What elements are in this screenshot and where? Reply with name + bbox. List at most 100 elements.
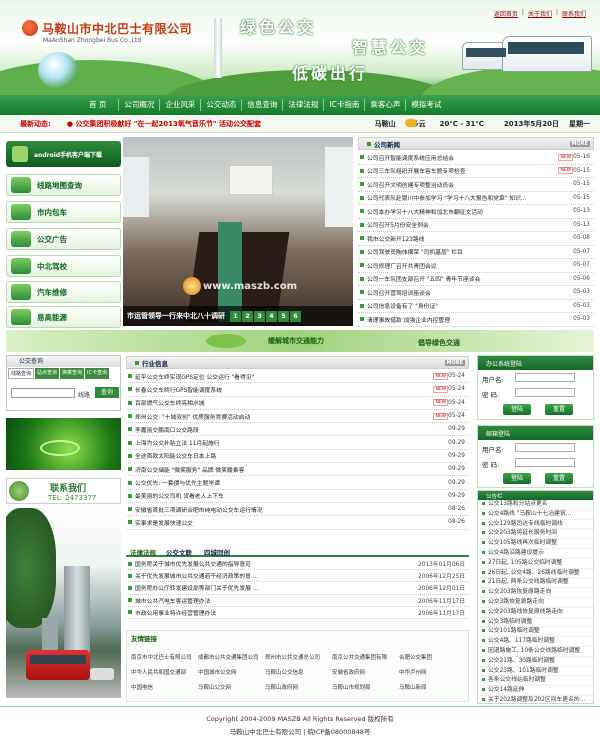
friend-link[interactable]: 中华卢州网: [399, 668, 466, 676]
list-item-title[interactable]: 公司代表队赴银川中参加学习 "学习十八大报告和党章" 知识...: [367, 193, 573, 202]
photo-page-4[interactable]: 4: [266, 310, 277, 322]
list-item[interactable]: 长春公交车终行GPS智能调度系统 NEW 05-24: [126, 383, 469, 397]
list-item-title[interactable]: 城市公共汽电车客运管理办法: [135, 596, 418, 605]
photo-caption[interactable]: 市运管领导一行来中北八十调研: [127, 311, 225, 321]
bulletin-item[interactable]: 公交4路沿路建设提示: [480, 549, 593, 559]
list-item[interactable]: 国务院关于城市优先发展公共交通的指导意见 2013年01月06日: [126, 558, 469, 571]
list-item[interactable]: 公司召开文明创建专项整治动员会 05-15: [358, 178, 594, 192]
list-item-title[interactable]: 上海为公交补贴立法 11月起施行: [135, 438, 448, 447]
bulletin-item-text[interactable]: 公交203路恢复原路走向: [488, 589, 551, 595]
list-item[interactable]: 城市公共汽电车客运管理办法 2006年11月17日: [126, 595, 469, 607]
list-item-title[interactable]: 郑州公交: "十城双创" 优质服务竞赛活动启动: [135, 412, 429, 421]
list-item[interactable]: 国务院办公厅转发建设部等部门关于优先发展 ... 2006年12月01日: [126, 582, 469, 595]
bulletin-item[interactable]: 21日起, 两条公交线路临时调整: [480, 578, 593, 589]
mail-password-input[interactable]: [515, 458, 575, 467]
list-item-title[interactable]: 济南公交储能 "微笑服务" 品牌 微笑暖乘客: [135, 465, 448, 474]
bulletin-item[interactable]: 27日起, 105路公交临时调整: [480, 559, 593, 569]
more-button[interactable]: MORE: [569, 140, 590, 147]
bulletin-item[interactable]: 因道路施工, 10条公交线路临时调整: [480, 647, 593, 657]
list-item[interactable]: 关于优先发展城市公共交通若干经济政策的意 ... 2006年12月25日: [126, 570, 469, 583]
service-ads[interactable]: 公交广告: [6, 228, 121, 250]
nav-exam[interactable]: 模拟考试: [405, 99, 446, 111]
list-item-title[interactable]: 实事求是发展快速公交: [135, 518, 448, 527]
tab-route-query[interactable]: 线路查询: [8, 368, 35, 379]
link-home[interactable]: 返回首页: [490, 9, 522, 18]
bulletin-item-text[interactable]: 公交105路线再次临时调整: [488, 540, 557, 546]
friend-link[interactable]: 中国电信: [131, 683, 198, 691]
bulletin-item[interactable]: 公交4路线 "马鞍山十七冶建筑...: [480, 510, 593, 520]
list-item-title[interactable]: 李嘉丽交鹏南口公交路段: [135, 425, 448, 434]
route-input[interactable]: [11, 388, 75, 398]
bulletin-item-text[interactable]: 公交3路恢复原路走向: [488, 599, 544, 605]
tab-culture[interactable]: 公交文联: [160, 545, 198, 557]
office-login-button[interactable]: 登陆: [503, 404, 531, 415]
list-item-title[interactable]: 我市公交新开123路线: [367, 234, 573, 243]
news-photo-slider[interactable]: www.maszb.com: [123, 137, 353, 326]
bulletin-item-text[interactable]: 各条公交线站临时调整: [488, 677, 546, 683]
bulletin-item[interactable]: 公交21路、30路临时调整: [480, 657, 593, 667]
bulletin-item[interactable]: 公交3路临时调整: [480, 618, 593, 628]
bulletin-item-text[interactable]: 公交23路、101路临时调整: [488, 668, 559, 674]
photo-page-5[interactable]: 5: [278, 310, 289, 322]
mail-login-button[interactable]: 登陆: [503, 473, 531, 484]
list-item[interactable]: 延平公交车终实现GPS定位 公交运行 "看得见" NEW 05-24: [126, 370, 469, 384]
list-item-title[interactable]: 清理事故借款 加强企业内控管理: [367, 315, 573, 324]
list-item[interactable]: 安徽省首批三项调研合肥市纯电动公交车运行情况 08-26: [126, 503, 469, 517]
list-item-title[interactable]: 延平公交车终实现GPS定位 公交运行 "看得见": [135, 372, 429, 381]
bulletin-item-text[interactable]: 公交101路临时调整: [488, 628, 540, 634]
office-reset-button[interactable]: 重置: [545, 404, 573, 415]
list-item-title[interactable]: 百部燃气公交车终亮相水城: [135, 398, 429, 407]
office-password-input[interactable]: [515, 388, 575, 397]
bulletin-item-text[interactable]: 公交4路线 "马鞍山十七冶建筑...: [488, 511, 571, 517]
list-item[interactable]: 上海为公交补贴立法 11月起施行 09-29: [126, 436, 469, 450]
list-item-title[interactable]: 公司召开营驾培训座谈会: [367, 288, 573, 297]
friend-link[interactable]: 中国城市公交网: [198, 668, 265, 676]
list-item[interactable]: 公司信息设备有了 "身份证" 05-03: [358, 300, 594, 313]
bulletin-item-text[interactable]: 公交203路将延长服务时间: [488, 530, 557, 536]
tab-four-city[interactable]: 四城同创: [198, 545, 236, 557]
nav-overview[interactable]: 公司概况: [118, 99, 159, 111]
friend-link[interactable]: 马鞍山公交信息: [265, 668, 332, 676]
list-item-title[interactable]: 公司本办学习十八大精神和加北市翻征文活动: [367, 207, 573, 216]
bulletin-item-text[interactable]: 公交14路延伸: [488, 687, 524, 693]
nav-home[interactable]: 首 页: [84, 99, 118, 111]
list-item[interactable]: 公司修理厂召开共青团会议 05-07: [358, 259, 594, 273]
photo-page-1[interactable]: 1: [230, 310, 241, 322]
list-item-title[interactable]: 公司一车队团支部召开 "五四" 青年节座谈会: [367, 274, 573, 283]
bulletin-item[interactable]: 公交4路、117路临时调整: [480, 637, 593, 647]
friend-link[interactable]: 马鞍山政府网: [265, 683, 332, 691]
friend-link[interactable]: 南京公共交通集团有限: [332, 653, 399, 661]
bulletin-item[interactable]: 各条公交线站临时调整: [480, 676, 593, 687]
bulletin-item-text[interactable]: 因道路施工, 10条公交线路临时调整: [488, 648, 580, 654]
friend-link[interactable]: 中华人民共和国交通部: [131, 668, 198, 676]
friend-link[interactable]: 郑州市公共交通总公司: [265, 653, 332, 661]
mail-reset-button[interactable]: 重置: [545, 473, 573, 484]
list-item[interactable]: 我市公交新开123路线 05-08: [358, 232, 594, 246]
list-item[interactable]: 李嘉丽交鹏南口公交路段 09-29: [126, 423, 469, 437]
bulletin-item-text[interactable]: 公交13路和分站点更名: [488, 501, 548, 507]
bulletin-item[interactable]: 公交129路司达专线临时调线: [480, 520, 593, 530]
more-button[interactable]: MORE: [444, 359, 465, 366]
friend-link[interactable]: 合肥公交集团: [399, 653, 466, 661]
list-item[interactable]: 公司召开智能调度系统应用总结会 NEW 05-16: [358, 151, 594, 165]
list-item[interactable]: 公司召开营驾培训座谈会 05-03: [358, 286, 594, 300]
list-item[interactable]: 公司本办学习十八大精神和加北市翻征文活动 05-13: [358, 205, 594, 219]
tab-stop-query[interactable]: 站点查询: [35, 368, 60, 379]
list-item[interactable]: 公司三车队组织开展车容车貌专项检查 NEW 05-15: [358, 165, 594, 178]
bulletin-item-text[interactable]: 公交203路线恢复原线路走向: [488, 609, 563, 615]
bulletin-item[interactable]: 关于202路调整及202区间车更名的...: [480, 696, 593, 706]
list-item[interactable]: 郑州公交: "十城双创" 优质服务竞赛活动启动 NEW 05-24: [126, 410, 469, 424]
list-item-title[interactable]: 国务院关于城市优先发展公共交通的指导意见: [135, 559, 418, 568]
nav-law[interactable]: 法律法规: [282, 99, 323, 111]
list-item[interactable]: 全途首款太阳能公交车日本上路 09-29: [126, 450, 469, 464]
service-repair[interactable]: 汽车维修: [6, 281, 121, 303]
bulletin-item-text[interactable]: 公交4路、117路临时调整: [488, 638, 555, 644]
list-item-title[interactable]: 公司召开智能调度系统应用总结会: [367, 153, 554, 162]
list-item[interactable]: 公司驾驶员陶伟横荣 "司机基层" 栏目 05-07: [358, 246, 594, 259]
nav-query[interactable]: 信息查询: [241, 99, 282, 111]
list-item-title[interactable]: 全途首款太阳能公交车日本上路: [135, 451, 448, 460]
service-energy[interactable]: 易高能源: [6, 306, 121, 328]
link-about[interactable]: 关于我们: [524, 9, 556, 18]
bulletin-item-text[interactable]: 26日起, 公交4路、26路线临时调整: [488, 570, 580, 576]
bulletin-item-text[interactable]: 关于202路调整及202区间车更名的...: [488, 697, 585, 703]
